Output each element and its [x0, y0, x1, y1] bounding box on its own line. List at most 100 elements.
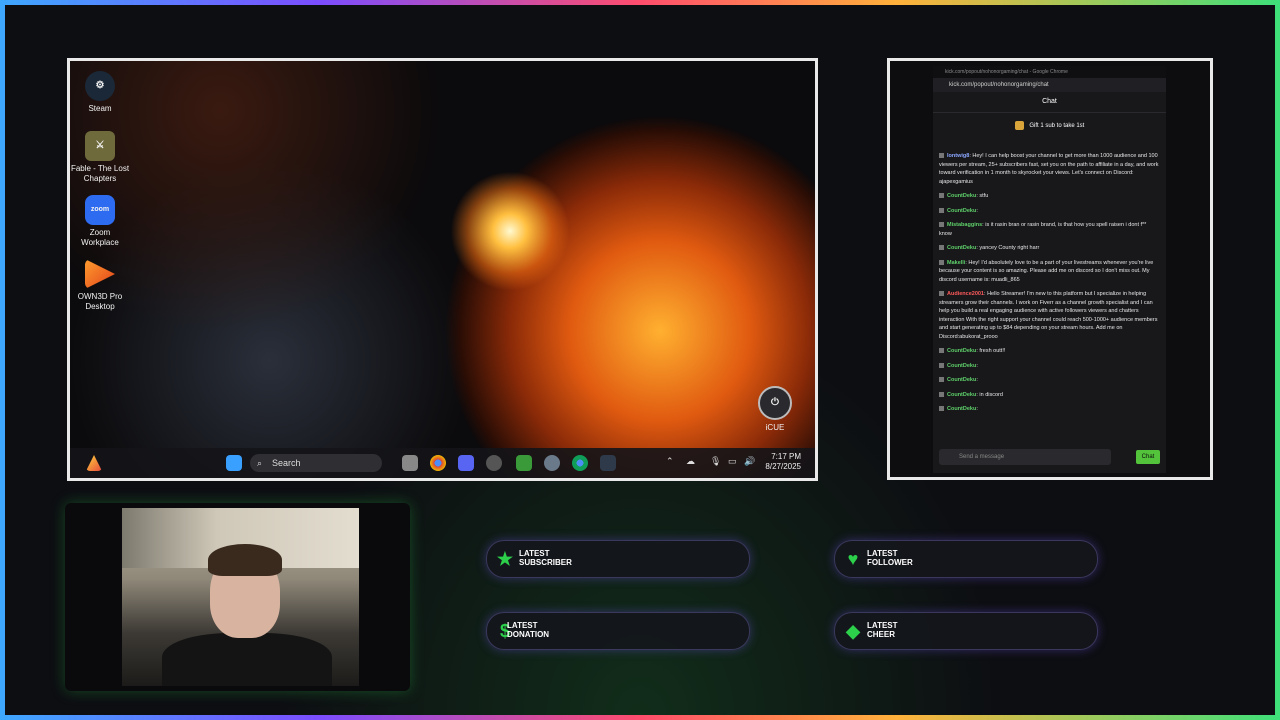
chat-message: CountDeku:	[939, 376, 1160, 385]
own3d-taskbar-icon[interactable]	[86, 455, 102, 471]
chat-username[interactable]: CountDeku	[947, 193, 976, 199]
chat-username[interactable]: CountDeku	[947, 208, 976, 214]
badge-icon	[939, 153, 944, 159]
desktop-icon-icue[interactable]: ⏻ iCUE	[750, 386, 800, 433]
taskbar-clock[interactable]: 7:17 PM 8/27/2025	[765, 452, 801, 472]
latest-donation-label: LATEST DONATION	[507, 621, 550, 639]
desktop-icon-fable[interactable]: ⚔ Fable - The Lost Chapters	[70, 131, 130, 184]
badge-icon	[939, 377, 944, 383]
taskbar-search-label: Search	[272, 458, 301, 468]
volume-icon[interactable]: 🔊	[744, 456, 755, 467]
zoom-icon-text: zoom	[90, 206, 110, 213]
taskbar-time: 7:17 PM	[771, 452, 801, 461]
badge-icon	[939, 291, 944, 297]
taskbar-search[interactable]: ⌕ Search	[250, 454, 382, 472]
chat-message: CountDeku:	[939, 207, 1160, 216]
chat-message: CountDeku: fresh outt!!	[939, 347, 1160, 356]
badge-icon	[939, 245, 944, 251]
chrome-profile-icon[interactable]	[572, 455, 588, 471]
latest-donation-box: $ LATEST DONATION	[486, 612, 750, 650]
chat-send-button[interactable]: Chat	[1136, 450, 1160, 464]
chat-message: CountDeku:	[939, 362, 1160, 371]
chat-username[interactable]: Audience2001	[947, 291, 984, 297]
chat-username[interactable]: CountDeku	[947, 392, 976, 398]
latest-follower-box: ♥ LATEST FOLLOWER	[834, 540, 1098, 578]
own3d-icon	[85, 259, 115, 289]
windows-start-icon[interactable]	[226, 455, 242, 471]
latest-subscriber-box: ★ LATEST SUBSCRIBER	[486, 540, 750, 578]
chat-capture: kick.com/popout/nohonorgaming/chat - Goo…	[887, 58, 1213, 480]
star-icon: ★	[496, 548, 514, 569]
desktop-icon-own3d[interactable]: OWN3D Pro Desktop	[70, 259, 130, 312]
chat-messages: lontwig8: Hey! I can help boost your cha…	[933, 152, 1166, 420]
chat-message-text: fresh outt!!	[979, 348, 1006, 354]
latest-cheer-box: ◆ LATEST CHEER	[834, 612, 1098, 650]
chat-message: Audience2001: Hello Streamer! I'm new to…	[939, 291, 1158, 340]
badge-icon	[939, 222, 944, 228]
chevron-up-icon[interactable]: ⌃	[666, 456, 674, 467]
chat-header: Chat	[933, 92, 1166, 113]
badge-icon	[939, 348, 944, 354]
chat-message: Makelli: Hey! I'd absolutely love to be …	[939, 259, 1154, 283]
settings-icon[interactable]	[544, 455, 560, 471]
xbox-icon[interactable]	[516, 455, 532, 471]
chat-message: CountDeku: stfu	[939, 192, 1160, 201]
diamond-icon: ◆	[846, 620, 860, 641]
zoom-icon: zoom	[85, 195, 115, 225]
chat-window-title: kick.com/popout/nohonorgaming/chat - Goo…	[933, 66, 1166, 78]
chrome-icon[interactable]	[430, 455, 446, 471]
chat-window: kick.com/popout/nohonorgaming/chat - Goo…	[933, 66, 1166, 473]
latest-subscriber-label: LATEST SUBSCRIBER	[519, 549, 572, 567]
network-icon[interactable]: ▭	[728, 456, 737, 467]
steam-icon: ⚙	[85, 71, 115, 101]
desktop-icon-steam[interactable]: ⚙ Steam	[70, 71, 130, 114]
badge-icon	[939, 406, 944, 412]
microphone-icon[interactable]: 🎙	[710, 456, 721, 467]
taskbar: ⌕ Search ⌃ ☁ 🎙 ▭ 🔊 7:17 PM 8/27/2025	[70, 448, 815, 478]
webcam-feed	[122, 508, 359, 686]
app-icon[interactable]	[600, 455, 616, 471]
desktop-capture: ⚙ Steam ⚔ Fable - The Lost Chapters zoom…	[67, 58, 818, 481]
desktop-icon-zoom[interactable]: zoom Zoom Workplace	[70, 195, 130, 248]
chat-username[interactable]: CountDeku	[947, 406, 976, 412]
chat-username[interactable]: CountDeku	[947, 348, 976, 354]
task-view-icon[interactable]	[402, 455, 418, 471]
chat-username[interactable]: Makelli	[947, 260, 965, 266]
icue-icon: ⏻	[758, 386, 792, 420]
chat-username[interactable]: lontwig8	[947, 153, 969, 159]
chat-message-text: Hello Streamer! I'm new to this platform…	[939, 291, 1158, 340]
chat-username[interactable]: CountDeku	[947, 245, 976, 251]
badge-icon	[939, 207, 944, 213]
desktop-icon-label: Zoom Workplace	[81, 228, 119, 247]
discord-icon[interactable]	[458, 455, 474, 471]
heart-icon: ♥	[847, 548, 859, 569]
sun-flare	[450, 171, 570, 291]
gift-sub-banner[interactable]: Gift 1 sub to take 1st	[933, 113, 1166, 139]
badge-icon	[939, 391, 944, 397]
desktop-icon-label: Fable - The Lost Chapters	[70, 164, 130, 183]
webcam-person-hair	[208, 544, 282, 576]
latest-follower-label: LATEST FOLLOWER	[867, 549, 913, 567]
latest-cheer-label: LATEST CHEER	[867, 621, 898, 639]
chat-url-bar[interactable]: kick.com/popout/nohonorgaming/chat	[933, 78, 1166, 92]
chat-message-text: yancey County right harr	[979, 245, 1040, 251]
desktop-icon-label: iCUE	[765, 423, 785, 432]
chat-message-text: Hey! I can help boost your channel to ge…	[939, 153, 1159, 185]
chat-input-placeholder: Send a message	[959, 454, 1005, 460]
chat-message-text: in discord	[979, 391, 1003, 398]
badge-icon	[939, 259, 944, 265]
chat-username[interactable]: CountDeku	[947, 363, 976, 369]
search-icon: ⌕	[257, 458, 263, 468]
gift-sub-text: Gift 1 sub to take 1st	[1029, 123, 1085, 129]
chat-username[interactable]: Mistabaggins	[947, 222, 982, 228]
cloud-icon[interactable]: ☁	[686, 456, 695, 467]
chat-message: lontwig8: Hey! I can help boost your cha…	[939, 153, 1159, 185]
chat-message-text: Hey! I'd absolutely love to be a part of…	[939, 259, 1154, 283]
chat-input[interactable]: Send a message	[939, 449, 1111, 465]
obs-icon[interactable]	[486, 455, 502, 471]
chat-username[interactable]: CountDeku	[947, 377, 976, 383]
taskbar-date: 8/27/2025	[765, 462, 801, 471]
chat-message: CountDeku: in discord	[939, 391, 1160, 400]
badge-icon	[939, 362, 944, 368]
desktop-icon-label: Steam	[88, 104, 112, 113]
